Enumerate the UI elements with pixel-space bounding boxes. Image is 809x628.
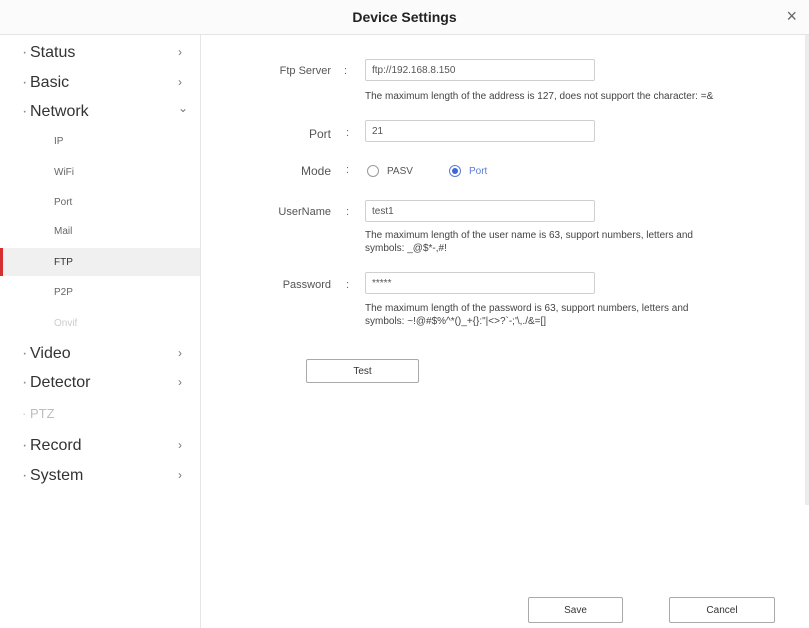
sidebar-item-system[interactable]: · System ›	[0, 463, 200, 491]
bullet-icon: ·	[22, 44, 28, 61]
bullet-icon: ·	[22, 406, 27, 421]
sidebar-subitem-ftp[interactable]: FTP	[0, 248, 200, 276]
sidebar: · Status › · Basic › · Network ⌄ IP WiFi…	[0, 35, 201, 628]
sidebar-item-basic[interactable]: · Basic ›	[0, 70, 200, 98]
port-label: Port	[308, 127, 331, 141]
mode-pasv-label: PASV	[387, 166, 413, 177]
chevron-right-icon: ›	[178, 438, 182, 452]
sidebar-subitem-onvif: Onvif	[0, 309, 200, 337]
bullet-icon: ·	[22, 374, 28, 391]
sidebar-item-network[interactable]: · Network ⌄	[0, 99, 200, 127]
username-input[interactable]	[365, 200, 595, 222]
sidebar-item-label: Network	[30, 103, 89, 120]
bullet-icon: ·	[22, 103, 28, 120]
sidebar-subitem-label: WiFi	[54, 167, 74, 178]
chevron-right-icon: ›	[178, 45, 182, 59]
sidebar-item-video[interactable]: · Video ›	[0, 341, 200, 369]
password-hint-line1: The maximum length of the password is 63…	[365, 303, 689, 314]
sidebar-subitem-label: Mail	[54, 226, 73, 237]
ftp-server-input[interactable]	[365, 59, 595, 81]
sidebar-subitem-label: FTP	[54, 257, 73, 268]
sidebar-subitem-label: P2P	[54, 287, 73, 298]
ftp-server-label: Ftp Server	[279, 65, 331, 77]
active-marker	[0, 248, 3, 276]
sidebar-item-status[interactable]: · Status ›	[0, 40, 200, 68]
sidebar-item-detector[interactable]: · Detector ›	[0, 370, 200, 398]
chevron-right-icon: ›	[178, 346, 182, 360]
sidebar-item-label: Record	[30, 437, 82, 454]
chevron-right-icon: ›	[178, 75, 182, 89]
username-hint-line1: The maximum length of the user name is 6…	[365, 230, 693, 241]
sidebar-subitem-ip[interactable]: IP	[0, 127, 200, 155]
password-label: Password	[282, 279, 331, 291]
save-button[interactable]: Save	[528, 597, 623, 623]
title-bar: Device Settings ×	[0, 0, 809, 35]
mode-pasv-radio[interactable]	[367, 165, 379, 177]
sidebar-subitem-mail[interactable]: Mail	[0, 217, 200, 245]
sidebar-subitem-label: Port	[54, 197, 73, 208]
scrollbar[interactable]	[805, 35, 809, 505]
sidebar-item-label: Detector	[30, 374, 91, 391]
ftp-settings-panel: Ftp Server : The maximum length of the a…	[201, 35, 809, 628]
sidebar-subitem-label: IP	[54, 136, 64, 147]
colon: :	[346, 279, 350, 291]
chevron-right-icon: ›	[178, 468, 182, 482]
colon: :	[346, 164, 350, 176]
mode-label: Mode	[300, 164, 331, 178]
chevron-right-icon: ›	[178, 375, 182, 389]
username-hint-line2: symbols: _@$*-,#!	[365, 243, 447, 254]
username-label: UserName	[278, 206, 331, 218]
bullet-icon: ·	[22, 74, 28, 91]
sidebar-item-label: System	[30, 467, 84, 484]
sidebar-item-label: Status	[30, 44, 76, 61]
cancel-button[interactable]: Cancel	[669, 597, 775, 623]
mode-port-radio[interactable]	[449, 165, 461, 177]
password-hint-line2: symbols: ~!@#$%^*()_+{}:"|<>?`-;'\,./&=[…	[365, 316, 547, 327]
bullet-icon: ·	[22, 467, 28, 484]
close-icon[interactable]: ×	[786, 6, 797, 26]
sidebar-subitem-p2p[interactable]: P2P	[0, 278, 200, 306]
chevron-down-icon: ⌄	[178, 101, 189, 115]
sidebar-item-label: PTZ	[30, 406, 55, 421]
bullet-icon: ·	[22, 437, 28, 454]
ftp-server-hint: The maximum length of the address is 127…	[365, 91, 714, 102]
sidebar-subitem-port[interactable]: Port	[0, 188, 200, 216]
colon: :	[346, 127, 350, 139]
mode-port-label: Port	[469, 166, 488, 177]
dialog-title: Device Settings	[352, 9, 457, 25]
bullet-icon: ·	[22, 345, 28, 362]
sidebar-item-label: Video	[30, 345, 71, 362]
port-input[interactable]	[365, 120, 595, 142]
sidebar-item-label: Basic	[30, 74, 70, 91]
sidebar-item-record[interactable]: · Record ›	[0, 433, 200, 461]
sidebar-subitem-label: Onvif	[54, 318, 78, 329]
sidebar-subitem-wifi[interactable]: WiFi	[0, 158, 200, 186]
password-input[interactable]	[365, 272, 595, 294]
test-button[interactable]: Test	[306, 359, 419, 383]
colon: :	[346, 206, 350, 218]
sidebar-item-ptz: · PTZ	[0, 402, 200, 430]
colon: :	[344, 65, 348, 77]
